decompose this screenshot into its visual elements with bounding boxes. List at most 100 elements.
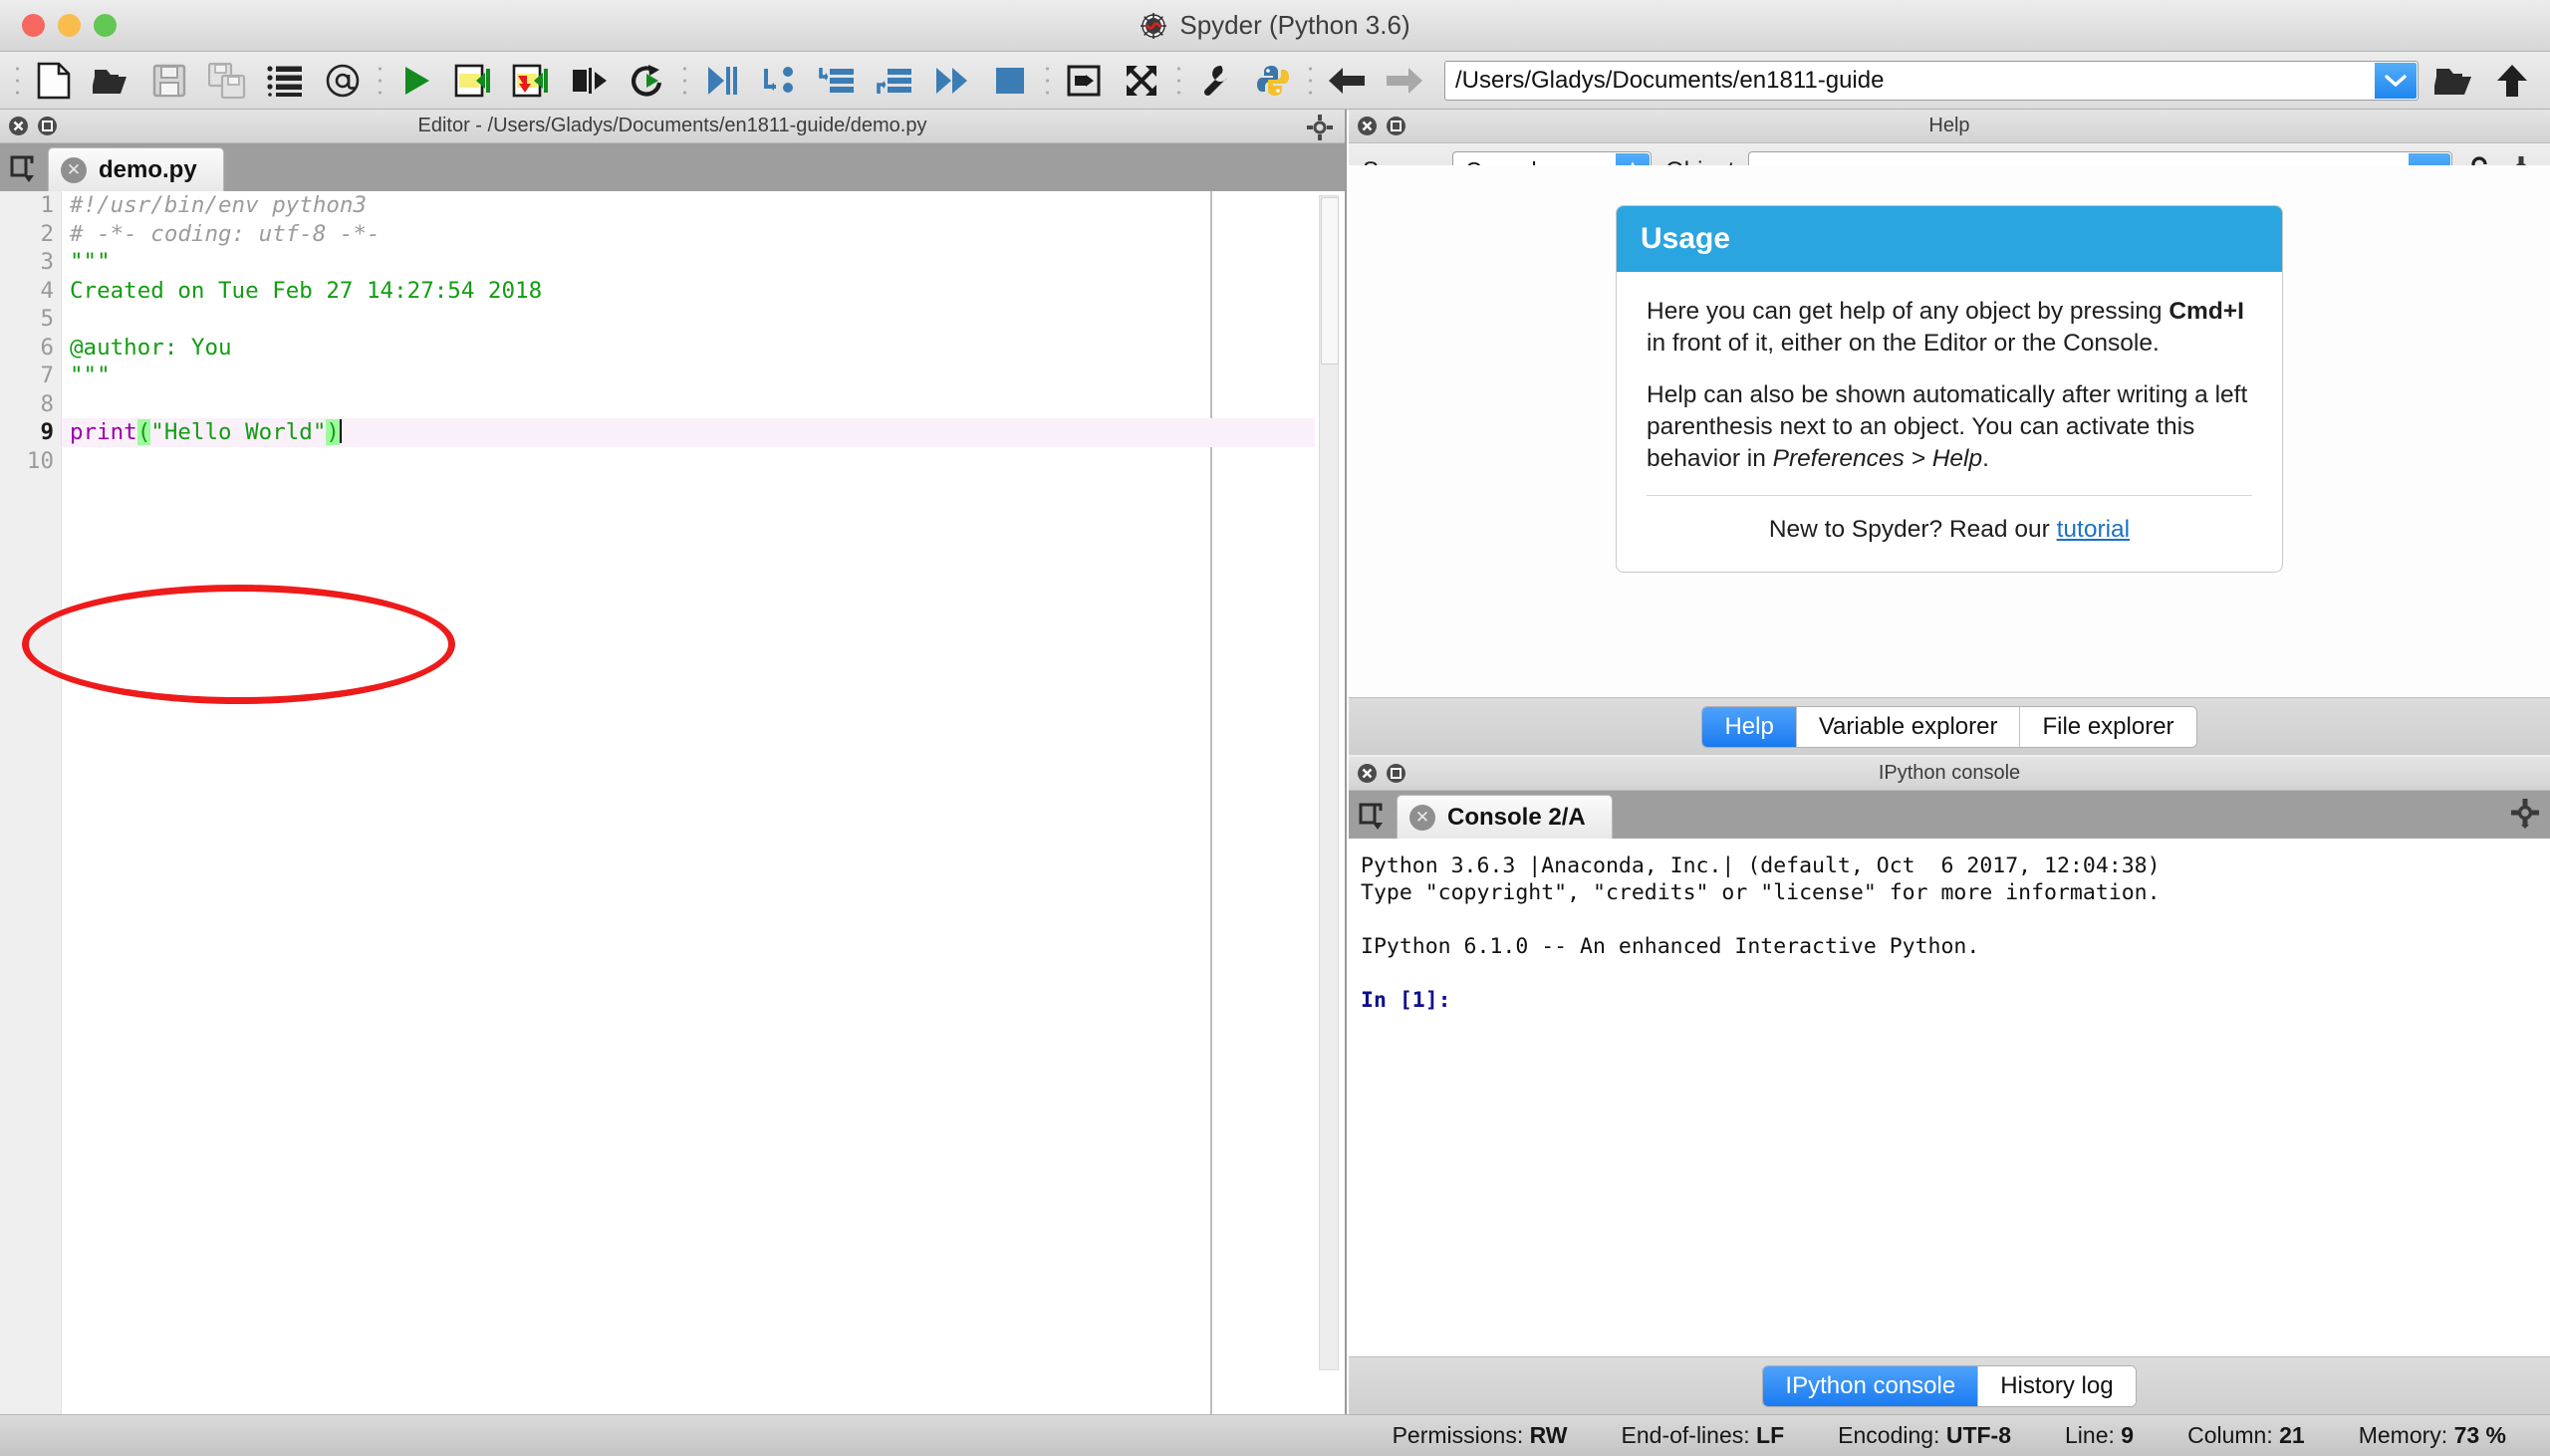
console-output-line: Type "copyright", "credits" or "license"… [1361, 880, 2161, 905]
save-file-icon[interactable] [141, 55, 197, 107]
close-tab-icon[interactable]: ✕ [1409, 804, 1435, 831]
line-number: 2 [40, 220, 54, 247]
status-line: Line: 9 [2065, 1422, 2134, 1449]
save-all-icon[interactable] [199, 55, 255, 107]
code-line[interactable]: 8 [40, 390, 1315, 419]
code-line[interactable]: 5 [40, 305, 1315, 334]
main-toolbar: /Users/Gladys/Documents/en1811-guide [0, 52, 2550, 110]
help-pane: Help Source Console ▲▼ Object [1349, 110, 2550, 755]
browse-directory-icon[interactable] [2426, 55, 2482, 107]
tutorial-link[interactable]: tutorial [2057, 516, 2131, 543]
code-line[interactable]: 9 print("Hello World") [40, 418, 1315, 447]
toolbar-separator [373, 60, 386, 101]
close-tab-icon[interactable]: ✕ [61, 156, 87, 183]
ipython-console-pane: IPython console ✕ Console 2/A Python 3.6… [1349, 757, 2550, 1414]
usage-p1-part-a: Here you can get help of any object by p… [1647, 298, 2169, 325]
code-line[interactable]: 7 """ [40, 362, 1315, 390]
window-titlebar: Spyder (Python 3.6) [0, 0, 2550, 52]
zoom-window-button[interactable] [94, 14, 117, 37]
pythonpath-icon[interactable] [1245, 55, 1301, 107]
toolbar-separator [1040, 60, 1054, 101]
tab-variable-explorer[interactable]: Variable explorer [1796, 706, 2021, 747]
status-label: Line: [2065, 1422, 2122, 1448]
usage-p2-part-c: . [1982, 445, 1989, 472]
usage-shortcut-cmd-i: Cmd+I [2168, 298, 2244, 325]
debug-step-into-icon[interactable] [809, 55, 865, 107]
status-bar: Permissions: RW End-of-lines: LF Encoding:… [0, 1414, 2550, 1456]
back-icon[interactable] [1319, 55, 1375, 107]
code-line[interactable]: 1 #!/usr/bin/env python3 [40, 191, 1315, 220]
forward-icon[interactable] [1377, 55, 1432, 107]
close-window-button[interactable] [22, 14, 45, 37]
run-selection-icon[interactable] [562, 55, 618, 107]
editor-scrollbar[interactable] [1319, 195, 1339, 1370]
code-line[interactable]: 6 @author: You [40, 334, 1315, 363]
console-tab-console-2a[interactable]: ✕ Console 2/A [1397, 795, 1613, 839]
help-pane-title: Help [1928, 115, 1970, 136]
toolbar-separator [1171, 60, 1185, 101]
status-label: Memory: [2358, 1422, 2454, 1448]
status-value: UTF-8 [1945, 1422, 2012, 1448]
editor-options-gear-icon[interactable] [1307, 115, 1333, 140]
line-number: 5 [40, 306, 54, 332]
console-options-gear-icon[interactable] [2510, 799, 2540, 829]
parent-directory-icon[interactable] [2484, 55, 2540, 107]
editor-text-area[interactable]: 1 #!/usr/bin/env python3 2 # -*- coding: ut… [0, 191, 1345, 1414]
close-pane-icon[interactable] [1357, 763, 1378, 784]
status-value: 21 [2279, 1422, 2305, 1448]
working-directory-value: /Users/Gladys/Documents/en1811-guide [1455, 66, 1885, 94]
tab-help[interactable]: Help [1702, 706, 1797, 747]
console-pane-title: IPython console [1878, 762, 2021, 784]
file-switcher-icon[interactable] [257, 55, 313, 107]
code-token: """ [70, 249, 111, 275]
status-value: 9 [2121, 1422, 2135, 1448]
editor-tab-demo-py[interactable]: ✕ demo.py [48, 147, 224, 191]
browse-tabs-icon[interactable] [4, 147, 48, 191]
debug-stop-icon[interactable] [982, 55, 1038, 107]
code-token: ) [326, 419, 340, 445]
code-line[interactable]: 2 # -*- coding: utf-8 -*- [40, 220, 1315, 249]
status-label: Encoding: [1838, 1422, 1946, 1448]
run-cell-advance-icon[interactable] [504, 55, 560, 107]
console-output[interactable]: Python 3.6.3 |Anaconda, Inc.| (default, … [1349, 839, 2550, 1356]
open-file-icon[interactable] [84, 55, 139, 107]
editor-code[interactable]: 1 #!/usr/bin/env python3 2 # -*- coding: ut… [27, 191, 1315, 1414]
tab-file-explorer[interactable]: File explorer [2020, 706, 2196, 747]
undock-pane-icon[interactable] [1386, 763, 1406, 784]
debug-file-icon[interactable] [693, 55, 749, 107]
right-column: Help Source Console ▲▼ Object [1349, 110, 2550, 1414]
usage-p1-part-c: in front of it, either on the Editor or … [1647, 330, 2160, 357]
chevron-down-icon[interactable] [2375, 62, 2417, 99]
help-pane-header: Help [1349, 110, 2550, 143]
close-pane-icon[interactable] [1357, 116, 1378, 136]
toolbar-handle[interactable] [10, 60, 24, 101]
status-label: End-of-lines: [1621, 1422, 1757, 1448]
working-directory-field[interactable]: /Users/Gladys/Documents/en1811-guide [1444, 60, 2419, 101]
new-file-icon[interactable] [26, 55, 82, 107]
debug-continue-icon[interactable] [924, 55, 980, 107]
rerun-file-icon[interactable] [620, 55, 675, 107]
preferences-icon[interactable] [1187, 55, 1243, 107]
find-symbol-icon[interactable] [315, 55, 371, 107]
run-cell-icon[interactable] [446, 55, 502, 107]
undock-pane-icon[interactable] [37, 116, 58, 136]
code-line[interactable]: 3 """ [40, 248, 1315, 277]
minimize-window-button[interactable] [58, 14, 81, 37]
code-line[interactable]: 10 [27, 447, 1315, 476]
tab-history-log[interactable]: History log [1978, 1365, 2136, 1406]
interrupt-kernel-icon[interactable] [2474, 801, 2488, 827]
editor-scrollbar-thumb[interactable] [1321, 197, 1339, 364]
debug-step-return-icon[interactable] [867, 55, 922, 107]
run-file-icon[interactable] [388, 55, 444, 107]
browse-tabs-icon[interactable] [1353, 795, 1397, 839]
code-token: # -*- coding: utf-8 -*- [70, 220, 381, 247]
code-line[interactable]: 4 Created on Tue Feb 27 14:27:54 2018 [40, 277, 1315, 306]
undock-pane-icon[interactable] [1386, 116, 1406, 136]
debug-step-over-icon[interactable] [751, 55, 807, 107]
close-pane-icon[interactable] [8, 116, 29, 136]
console-prompt: In [1]: [1361, 988, 1464, 1013]
fullscreen-icon[interactable] [1114, 55, 1169, 107]
tab-ipython-console[interactable]: IPython console [1763, 1365, 1979, 1406]
maximize-pane-icon[interactable] [1056, 55, 1112, 107]
toolbar-separator [677, 60, 691, 101]
